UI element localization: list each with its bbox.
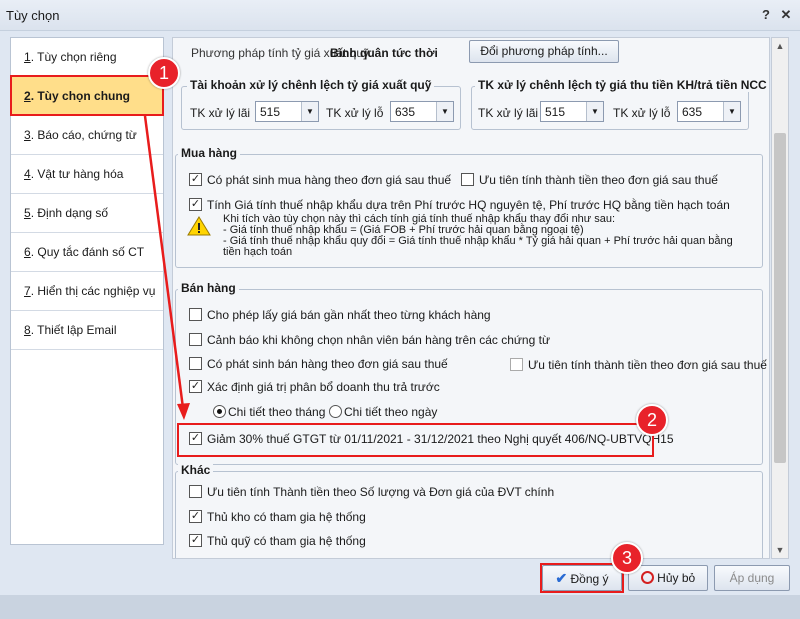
- purchase-priority-after-tax-checkbox[interactable]: [461, 173, 474, 186]
- nav-item-dinh-dang-so[interactable]: 5. Định dạng số: [11, 194, 163, 233]
- profit-account-label: TK xử lý lãi: [190, 106, 251, 120]
- detail-by-month-radio[interactable]: [213, 405, 226, 418]
- help-icon[interactable]: ?: [756, 5, 776, 25]
- nav-item-hien-thi-nghiep-vu[interactable]: 7. Hiển thị các nghiệp vụ: [11, 272, 163, 311]
- chevron-down-icon: ▼: [723, 102, 740, 121]
- options-content: Phương pháp tính tỷ giá xuất quỹ: Bình q…: [172, 37, 770, 559]
- detail-by-day-radio[interactable]: [329, 405, 342, 418]
- profit-account-select[interactable]: 515 ▼: [255, 101, 319, 122]
- nav-item-thiet-lap-email[interactable]: 8. Thiết lập Email: [11, 311, 163, 350]
- close-icon[interactable]: ✕: [776, 5, 796, 25]
- nav-item-bao-cao-chung-tu[interactable]: 3. Báo cáo, chứng từ: [11, 116, 163, 155]
- latest-price-checkbox[interactable]: [189, 308, 202, 321]
- other-group-title: Khác: [178, 463, 214, 477]
- latest-price-label: Cho phép lấy giá bán gần nhất theo từng …: [207, 308, 491, 322]
- storekeeper-label: Thủ kho có tham gia hệ thống: [207, 510, 366, 524]
- purchase-after-tax-checkbox[interactable]: ✓: [189, 173, 202, 186]
- change-method-button[interactable]: Đổi phương pháp tính...: [469, 40, 619, 63]
- nav-item-quy-tac-danh-so[interactable]: 6. Quy tắc đánh số CT: [11, 233, 163, 272]
- chevron-down-icon: ▼: [586, 102, 603, 121]
- step-badge-1: 1: [148, 57, 180, 89]
- dialog-footer: [0, 595, 800, 619]
- sales-group-title: Bán hàng: [178, 281, 239, 295]
- customer-exchange-diff-group-title: TK xử lý chênh lệch tỷ giá thu tiền KH/t…: [475, 78, 769, 92]
- salesperson-warning-checkbox[interactable]: [189, 333, 202, 346]
- storekeeper-checkbox[interactable]: ✓: [189, 510, 202, 523]
- sales-after-tax-checkbox[interactable]: [189, 357, 202, 370]
- customer-profit-account-label: TK xử lý lãi: [478, 106, 539, 120]
- main-unit-price-checkbox[interactable]: [189, 485, 202, 498]
- scroll-down-icon[interactable]: ▼: [772, 542, 788, 558]
- customer-loss-account-select[interactable]: 635 ▼: [677, 101, 741, 122]
- cashier-checkbox[interactable]: ✓: [189, 534, 202, 547]
- content-scrollbar[interactable]: ▲ ▼: [771, 37, 789, 559]
- import-tax-note: Khi tích vào tùy chọn này thì cách tính …: [223, 213, 733, 258]
- window-title: Tùy chọn: [6, 8, 60, 23]
- chevron-down-icon: ▼: [436, 102, 453, 121]
- warning-icon: [187, 216, 211, 236]
- step-badge-2: 2: [636, 404, 668, 436]
- highlight-box-ok: [540, 563, 624, 593]
- purchase-group-title: Mua hàng: [178, 146, 240, 160]
- exchange-diff-group-title: Tài khoản xử lý chênh lệch tỷ giá xuất q…: [187, 78, 435, 92]
- title-bar: Tùy chọn ? ✕: [0, 0, 800, 31]
- highlight-box-vat-option: [177, 423, 654, 457]
- deferred-revenue-checkbox[interactable]: ✓: [189, 380, 202, 393]
- scroll-thumb[interactable]: [774, 133, 786, 463]
- highlight-box-nav: [10, 75, 164, 116]
- sales-priority-after-tax-label: Ưu tiên tính thành tiền theo đơn giá sau…: [528, 358, 767, 372]
- chevron-down-icon: ▼: [301, 102, 318, 121]
- detail-by-month-label: Chi tiết theo tháng: [228, 405, 326, 419]
- deferred-revenue-label: Xác định giá trị phân bổ doanh thu trả t…: [207, 380, 440, 394]
- step-badge-3: 3: [611, 542, 643, 574]
- sales-after-tax-label: Có phát sinh bán hàng theo đơn giá sau t…: [207, 357, 448, 371]
- import-tax-calc-label: Tính Giá tính thuế nhập khẩu dựa trên Ph…: [207, 198, 730, 212]
- purchase-after-tax-label: Có phát sinh mua hàng theo đơn giá sau t…: [207, 173, 452, 187]
- salesperson-warning-label: Cảnh báo khi không chọn nhân viên bán hà…: [207, 333, 550, 347]
- sales-priority-after-tax-checkbox[interactable]: [510, 358, 523, 371]
- import-tax-calc-checkbox[interactable]: ✓: [189, 198, 202, 211]
- cashier-label: Thủ quỹ có tham gia hệ thống: [207, 534, 366, 548]
- apply-button[interactable]: Áp dụng: [714, 565, 790, 591]
- loss-account-label: TK xử lý lỗ: [326, 106, 384, 120]
- cancel-icon: [640, 571, 654, 584]
- exchange-method-value: Bình quân tức thời: [330, 46, 438, 60]
- purchase-priority-after-tax-label: Ưu tiên tính thành tiền theo đơn giá sau…: [479, 173, 718, 187]
- loss-account-select[interactable]: 635 ▼: [390, 101, 454, 122]
- cancel-button[interactable]: Hủy bỏ: [628, 565, 708, 591]
- nav-item-tuy-chon-rieng[interactable]: 1. Tùy chọn riêng: [11, 38, 163, 77]
- customer-loss-account-label: TK xử lý lỗ: [613, 106, 671, 120]
- nav-item-vat-tu-hang-hoa[interactable]: 4. Vật tư hàng hóa: [11, 155, 163, 194]
- detail-by-day-label: Chi tiết theo ngày: [344, 405, 438, 419]
- customer-profit-account-select[interactable]: 515 ▼: [540, 101, 604, 122]
- scroll-up-icon[interactable]: ▲: [772, 38, 788, 54]
- main-unit-price-label: Ưu tiên tính Thành tiền theo Số lượng và…: [207, 485, 555, 499]
